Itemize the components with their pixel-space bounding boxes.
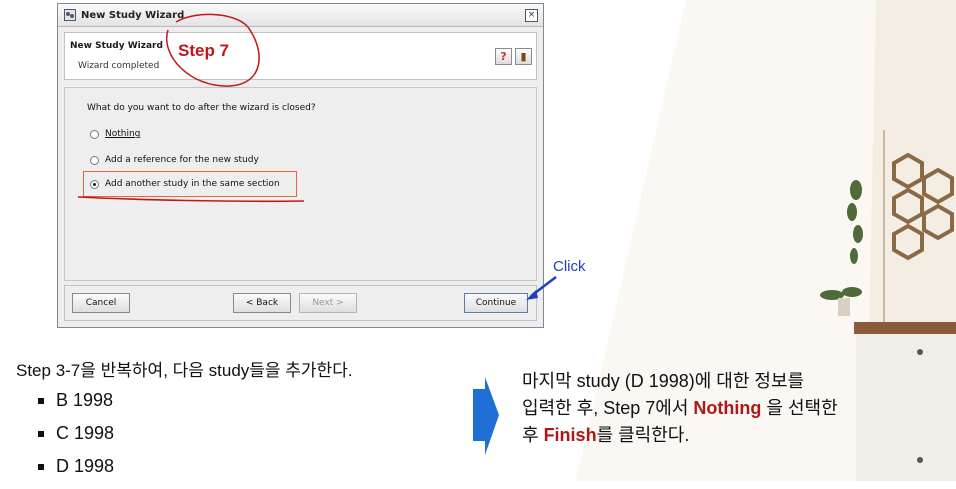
header-title: New Study Wizard (70, 41, 163, 51)
title-bar: New Study Wizard × (58, 4, 543, 27)
right-line3b: 를 클릭한다. (596, 425, 690, 445)
question-label: What do you want to do after the wizard … (87, 103, 316, 113)
continue-button[interactable]: Continue (464, 293, 528, 313)
right-line2a: 입력한 후, Step 7에서 (522, 398, 694, 418)
option-add-another-study-label: Add another study in the same section (105, 179, 280, 189)
radio-add-another-study[interactable] (90, 179, 99, 189)
nothing-emphasis: Nothing (693, 398, 762, 418)
study-list: B 1998 C 1998 D 1998 (38, 390, 114, 489)
option-nothing[interactable]: Nothing (90, 129, 140, 139)
wizard-content: What do you want to do after the wizard … (64, 87, 537, 281)
step-annotation: Step 7 (178, 41, 230, 60)
arrow-icon (473, 377, 499, 455)
click-annotation: Click (553, 258, 586, 275)
window-title: New Study Wizard (81, 9, 185, 21)
right-line1: 마지막 study (D 1998)에 대한 정보를 (522, 371, 805, 391)
instruction-right: 마지막 study (D 1998)에 대한 정보를 입력한 후, Step 7… (522, 368, 942, 449)
wizard-window: New Study Wizard × New Study Wizard Wiza… (57, 3, 544, 328)
radio-nothing[interactable] (90, 129, 99, 139)
finish-emphasis: Finish (543, 425, 597, 445)
option-add-reference-label: Add a reference for the new study (105, 155, 259, 165)
option-add-reference[interactable]: Add a reference for the new study (90, 155, 259, 165)
close-icon[interactable]: × (525, 8, 538, 22)
instruction-left: Step 3-7을 반복하여, 다음 study들을 추가한다. (16, 361, 353, 380)
list-item: B 1998 (38, 390, 114, 423)
header-subtitle: Wizard completed (78, 61, 160, 71)
option-nothing-label: Nothing (105, 129, 141, 139)
wizard-app-icon (64, 9, 76, 21)
button-bar: Cancel < Back Next > Continue (64, 285, 537, 321)
list-item: D 1998 (38, 456, 114, 489)
help-icon[interactable]: ? (495, 48, 512, 65)
next-button[interactable]: Next > (299, 293, 357, 313)
wizard-header: New Study Wizard Wizard completed ? ▮ (64, 32, 537, 80)
radio-add-reference[interactable] (90, 155, 99, 165)
right-line2b: 을 선택한 (761, 398, 838, 418)
back-button[interactable]: < Back (233, 293, 291, 313)
book-icon[interactable]: ▮ (515, 48, 532, 65)
list-item: C 1998 (38, 423, 114, 456)
cancel-button[interactable]: Cancel (72, 293, 130, 313)
option-add-another-study[interactable]: Add another study in the same section (90, 179, 280, 189)
right-line3a: 후 (522, 425, 544, 445)
